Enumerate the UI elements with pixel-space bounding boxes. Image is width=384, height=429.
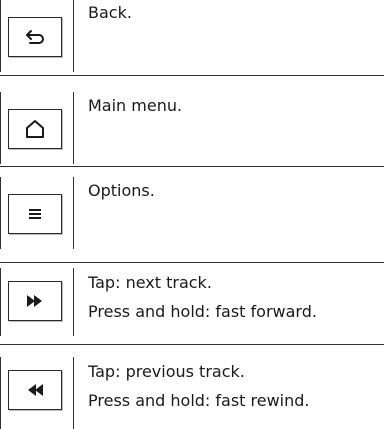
button-row-options: Options. [0,177,384,249]
menu-lines-icon [27,207,43,221]
main-menu-description: Main menu. [88,95,182,117]
divider [0,344,384,345]
description-line: Tap: next track. [88,273,212,292]
button-row-main-menu: Main menu. [0,92,384,164]
button-row-previous-track: Tap: previous track. Press and hold: fas… [0,357,384,429]
back-button[interactable] [8,17,62,57]
options-button[interactable] [8,194,62,234]
options-description: Options. [88,180,155,202]
previous-track-button[interactable] [8,370,62,410]
button-row-next-track: Tap: next track. Press and hold: fast fo… [0,268,384,338]
button-row-back: Back. [0,0,384,76]
home-icon [24,119,46,139]
back-description: Back. [88,2,132,24]
description-line: Press and hold: fast forward. [88,302,317,321]
description-line: Main menu. [88,96,183,115]
description-line: Press and hold: fast rewind. [88,391,310,410]
fast-forward-icon [25,294,45,308]
divider [0,262,384,263]
back-arrow-icon [24,28,46,46]
divider [0,166,384,167]
rewind-icon [25,383,45,397]
next-track-button[interactable] [8,281,62,321]
main-menu-button[interactable] [8,109,62,149]
divider [0,75,384,76]
next-track-description: Tap: next track. Press and hold: fast fo… [88,272,317,323]
description-line: Back. [88,3,132,22]
description-line: Options. [88,181,155,200]
description-line: Tap: previous track. [88,362,245,381]
previous-track-description: Tap: previous track. Press and hold: fas… [88,361,310,412]
